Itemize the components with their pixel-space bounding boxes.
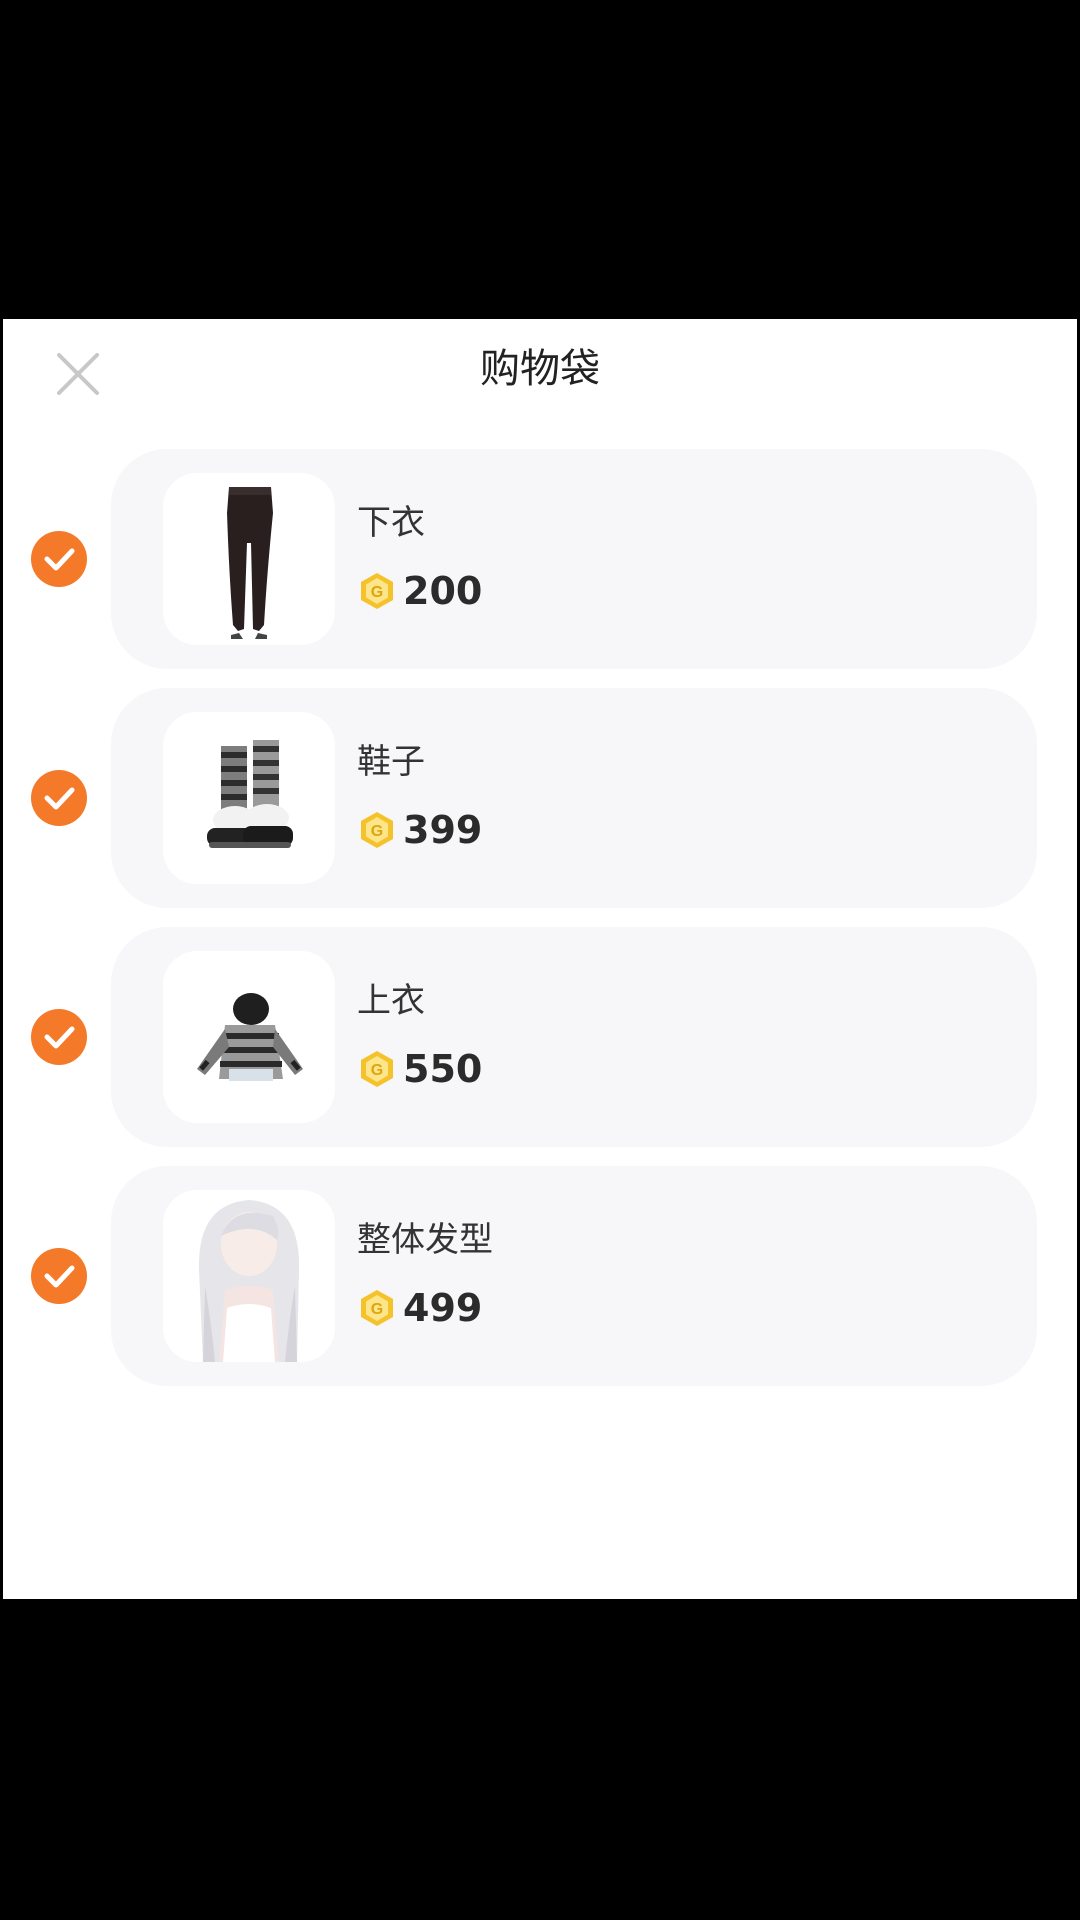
select-checkbox[interactable]	[31, 531, 87, 587]
item-name: 下衣	[357, 503, 425, 543]
item-card[interactable]: 鞋子 G 399	[111, 688, 1037, 908]
list-item: 整体发型 G 499	[3, 1166, 1077, 1386]
leggings-icon	[227, 487, 273, 639]
list-item: 下衣 G 200	[3, 449, 1077, 669]
item-card[interactable]: 整体发型 G 499	[111, 1166, 1037, 1386]
jacket-icon	[197, 993, 303, 1081]
item-card[interactable]: 上衣 G 550	[111, 927, 1037, 1147]
coin-icon: G	[361, 1051, 393, 1087]
item-name: 鞋子	[357, 742, 425, 782]
coin-icon: G	[361, 1290, 393, 1326]
item-price: G 499	[357, 1284, 482, 1332]
svg-text:G: G	[371, 1301, 383, 1318]
check-icon	[44, 1026, 75, 1049]
shopping-bag-sheet: 购物袋 下衣 G 200 鞋子 G 399 上衣 G 550 整体发型 G 49…	[3, 319, 1077, 1599]
item-name: 上衣	[357, 981, 425, 1021]
select-checkbox[interactable]	[31, 770, 87, 826]
letterbox-bottom	[0, 1599, 1080, 1920]
list-item: 上衣 G 550	[3, 927, 1077, 1147]
check-icon	[44, 787, 75, 810]
item-thumbnail	[163, 473, 335, 645]
item-thumbnail	[163, 951, 335, 1123]
page-title: 购物袋	[480, 346, 600, 392]
svg-text:G: G	[371, 584, 383, 601]
item-price: G 399	[357, 806, 482, 854]
check-icon	[44, 1265, 75, 1288]
item-card[interactable]: 下衣 G 200	[111, 449, 1037, 669]
svg-text:G: G	[371, 1062, 383, 1079]
svg-text:G: G	[371, 823, 383, 840]
item-thumbnail	[163, 1190, 335, 1362]
coin-icon: G	[361, 812, 393, 848]
list-item: 鞋子 G 399	[3, 688, 1077, 908]
item-price: G 200	[357, 567, 482, 615]
boots-icon	[207, 740, 293, 848]
select-checkbox[interactable]	[31, 1009, 87, 1065]
select-checkbox[interactable]	[31, 1248, 87, 1304]
coin-icon: G	[361, 573, 393, 609]
item-thumbnail	[163, 712, 335, 884]
price-value: 499	[403, 1286, 483, 1330]
price-value: 399	[403, 808, 483, 852]
hairstyle-icon	[198, 1200, 300, 1362]
price-value: 550	[403, 1047, 483, 1091]
check-icon	[44, 548, 75, 571]
item-price: G 550	[357, 1045, 482, 1093]
letterbox-top	[0, 0, 1080, 319]
price-value: 200	[403, 569, 483, 613]
item-name: 整体发型	[357, 1220, 493, 1260]
